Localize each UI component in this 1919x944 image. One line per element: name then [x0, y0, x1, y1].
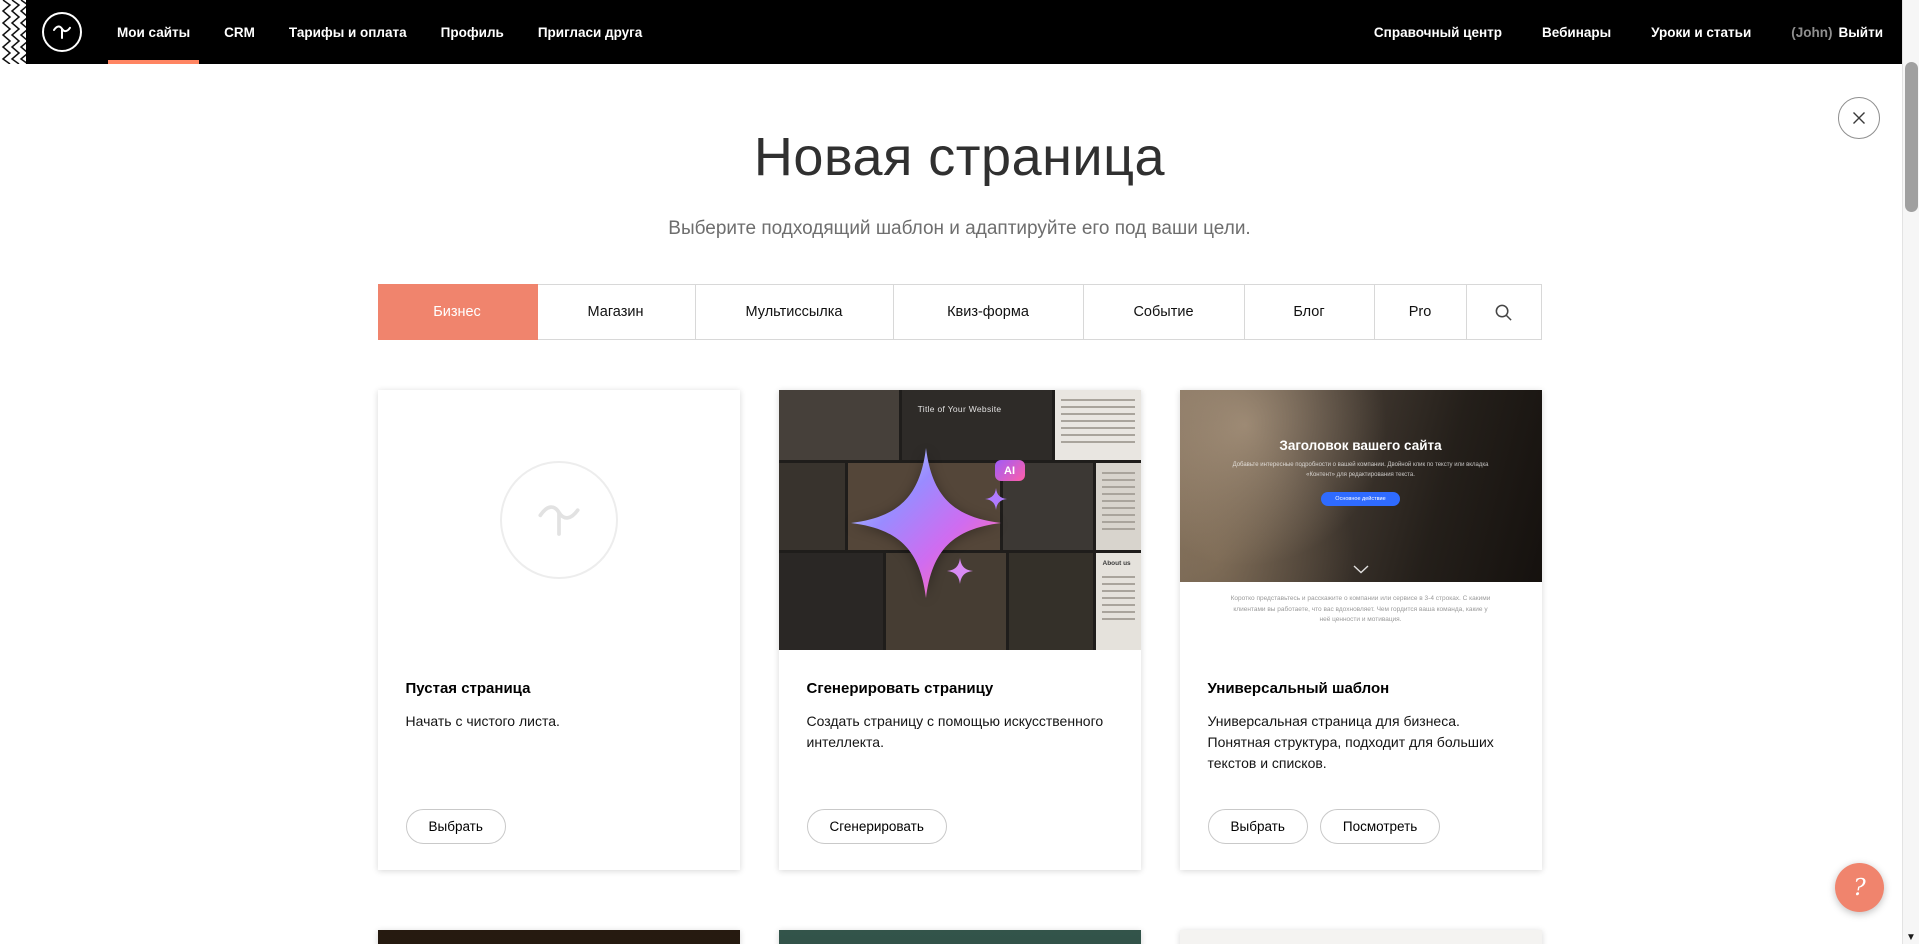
zigzag-decoration	[0, 0, 26, 64]
partial-preview-light[interactable]	[1180, 930, 1542, 944]
template-body-text: Коротко представьтесь и расскажите о ком…	[1230, 594, 1491, 626]
chevron-down-icon	[1353, 565, 1369, 574]
nav-item-invite-friend[interactable]: Пригласи друга	[521, 0, 659, 64]
tab-quiz-form[interactable]: Квиз-форма	[894, 285, 1084, 339]
nav-item-my-sites[interactable]: Мои сайты	[100, 0, 207, 64]
card-partial-2	[779, 930, 1141, 944]
ai-preview[interactable]: About us Title of Your Website	[779, 390, 1141, 650]
tab-multilink[interactable]: Мультиссылка	[696, 285, 894, 339]
card-title: Пустая страница	[406, 680, 712, 697]
template-body: Коротко представьтесь и расскажите о ком…	[1180, 582, 1542, 650]
card-actions: Выбрать Посмотреть	[1208, 809, 1514, 844]
zigzag-pattern-icon	[0, 0, 26, 64]
card-description: Создать страницу с помощью искусственног…	[807, 711, 1113, 753]
card-partial-3	[1180, 930, 1542, 944]
card-body: Универсальный шаблон Универсальная стран…	[1180, 650, 1542, 870]
nav-menu-left: Мои сайты CRM Тарифы и оплата Профиль Пр…	[100, 0, 659, 64]
card-blank-page: Пустая страница Начать с чистого листа. …	[378, 390, 740, 870]
template-preview[interactable]: Заголовок вашего сайта Добавьте интересн…	[1180, 390, 1542, 650]
card-title: Универсальный шаблон	[1208, 680, 1514, 697]
tab-search[interactable]	[1467, 285, 1541, 339]
tab-business[interactable]: Бизнес	[379, 285, 537, 339]
nav-item-crm[interactable]: CRM	[207, 0, 272, 64]
collage-tile	[779, 463, 845, 550]
choose-template-button[interactable]: Выбрать	[1208, 809, 1308, 844]
tilda-logo-icon	[42, 12, 82, 52]
preview-about-label: About us	[1096, 553, 1141, 567]
tab-pro[interactable]: Pro	[1375, 285, 1467, 339]
preview-template-button[interactable]: Посмотреть	[1320, 809, 1440, 844]
main-content: Новая страница Выберите подходящий шабло…	[378, 126, 1542, 944]
page-subtitle: Выберите подходящий шаблон и адаптируйте…	[378, 218, 1542, 240]
card-description: Начать с чистого листа.	[406, 711, 712, 732]
collage-tile: About us	[1096, 553, 1141, 650]
card-body: Пустая страница Начать с чистого листа. …	[378, 650, 740, 870]
card-description: Универсальная страница для бизнеса. Поня…	[1208, 711, 1514, 774]
page-title: Новая страница	[378, 126, 1542, 188]
ai-sparkle-small-icon	[947, 558, 973, 584]
collage-tile	[1009, 553, 1093, 650]
tab-event[interactable]: Событие	[1084, 285, 1245, 339]
generate-button[interactable]: Сгенерировать	[807, 809, 947, 844]
page-scrollbar: ▼	[1902, 0, 1919, 944]
template-category-tabs: Бизнес Магазин Мультиссылка Квиз-форма С…	[378, 284, 1542, 340]
search-icon	[1494, 303, 1513, 322]
ai-badge: AI	[995, 460, 1025, 481]
user-name: (John)	[1791, 25, 1832, 40]
tilda-watermark-icon	[500, 461, 618, 579]
card-ai-generate: About us Title of Your Website	[779, 390, 1141, 870]
logout-link[interactable]: Выйти	[1839, 25, 1884, 40]
tab-store[interactable]: Магазин	[537, 285, 696, 339]
template-hero-text: Добавьте интересные подробности о вашей …	[1230, 461, 1491, 480]
nav-item-webinars[interactable]: Вебинары	[1542, 25, 1611, 40]
top-navbar: Мои сайты CRM Тарифы и оплата Профиль Пр…	[0, 0, 1919, 64]
nav-item-help-center[interactable]: Справочный центр	[1374, 25, 1502, 40]
card-actions: Выбрать	[406, 809, 712, 844]
nav-item-lessons[interactable]: Уроки и статьи	[1651, 25, 1751, 40]
blank-page-preview[interactable]	[378, 390, 740, 650]
card-actions: Сгенерировать	[807, 809, 1113, 844]
collage-tile	[1055, 390, 1141, 460]
template-hero-button: Основное действие	[1321, 492, 1399, 506]
template-hero: Заголовок вашего сайта Добавьте интересн…	[1180, 390, 1542, 582]
template-hero-title: Заголовок вашего сайта	[1279, 438, 1441, 453]
preview-site-title: Title of Your Website	[779, 404, 1141, 414]
template-cards-row: Пустая страница Начать с чистого листа. …	[378, 390, 1542, 870]
close-icon	[1851, 110, 1867, 126]
ai-sparkle-small-icon	[985, 488, 1007, 510]
partial-preview-teal[interactable]	[779, 930, 1141, 944]
card-body: Сгенерировать страницу Создать страницу …	[779, 650, 1141, 870]
help-button[interactable]: ?	[1835, 863, 1884, 912]
tab-blog[interactable]: Блог	[1245, 285, 1375, 339]
close-button[interactable]	[1838, 97, 1880, 139]
nav-item-profile[interactable]: Профиль	[424, 0, 521, 64]
partial-preview-dark[interactable]	[378, 930, 740, 944]
nav-user-block: (John) Выйти	[1791, 25, 1883, 40]
ai-sparkle-icon	[851, 448, 1001, 598]
collage-tile	[1096, 463, 1141, 550]
card-universal-template: Заголовок вашего сайта Добавьте интересн…	[1180, 390, 1542, 870]
choose-blank-button[interactable]: Выбрать	[406, 809, 506, 844]
nav-menu-right: Справочный центр Вебинары Уроки и статьи…	[1374, 0, 1883, 64]
card-partial-1	[378, 930, 740, 944]
scrollbar-thumb[interactable]	[1905, 62, 1918, 212]
tilda-logo[interactable]	[26, 0, 100, 64]
template-cards-row-2	[378, 930, 1542, 944]
card-title: Сгенерировать страницу	[807, 680, 1113, 697]
nav-item-pricing[interactable]: Тарифы и оплата	[272, 0, 424, 64]
scrollbar-down-arrow[interactable]: ▼	[1903, 932, 1919, 943]
